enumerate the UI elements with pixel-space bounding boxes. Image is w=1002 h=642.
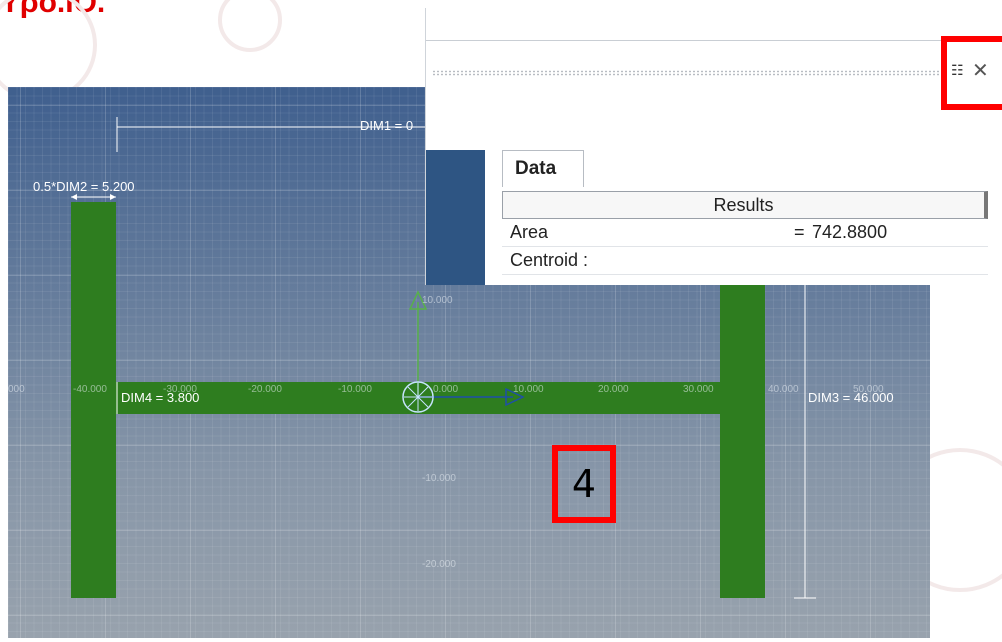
results-header: Results [502,191,988,219]
x-tick: 000 [8,384,25,395]
results-table: Results Area = 742.8800 Centroid : [502,191,988,275]
close-highlight-box [941,36,1002,110]
row-value: 742.8800 [812,222,888,242]
x-tick: 10.000 [513,384,544,395]
left-flange [71,202,116,598]
x-tick: 50.000 [853,384,884,395]
x-tick: -20.000 [248,384,282,395]
x-tick: 40.000 [768,384,799,395]
right-flange [720,277,765,598]
x-tick: -30.000 [163,384,197,395]
table-row: Centroid : [502,247,988,275]
canvas-edge [426,150,485,285]
x-tick: 30.000 [683,384,714,395]
table-row: Area = 742.8800 [502,219,988,247]
row-equals: = [794,222,805,242]
x-tick: -40.000 [73,384,107,395]
y-tick: 10.000 [422,295,453,306]
row-key: Area [510,222,549,242]
step-marker-4: 4 [552,445,616,523]
panel-divider [426,40,1002,41]
row-key: Centroid : [510,250,589,270]
y-tick: -10.000 [422,473,456,484]
tab-data[interactable]: Data [502,150,584,187]
results-panel: ☷ ✕ Data Results Area = 742.8800 Centroi… [425,8,1002,285]
dim1-label: DIM1 = 0 [360,118,414,133]
dim2-label: 0.5*DIM2 = 5.200 [33,179,135,194]
y-tick: -20.000 [422,559,456,570]
panel-drag-handle[interactable] [432,70,947,76]
x-tick: 0.000 [433,384,459,395]
x-tick: 20.000 [598,384,629,395]
x-tick: -10.000 [338,384,372,395]
